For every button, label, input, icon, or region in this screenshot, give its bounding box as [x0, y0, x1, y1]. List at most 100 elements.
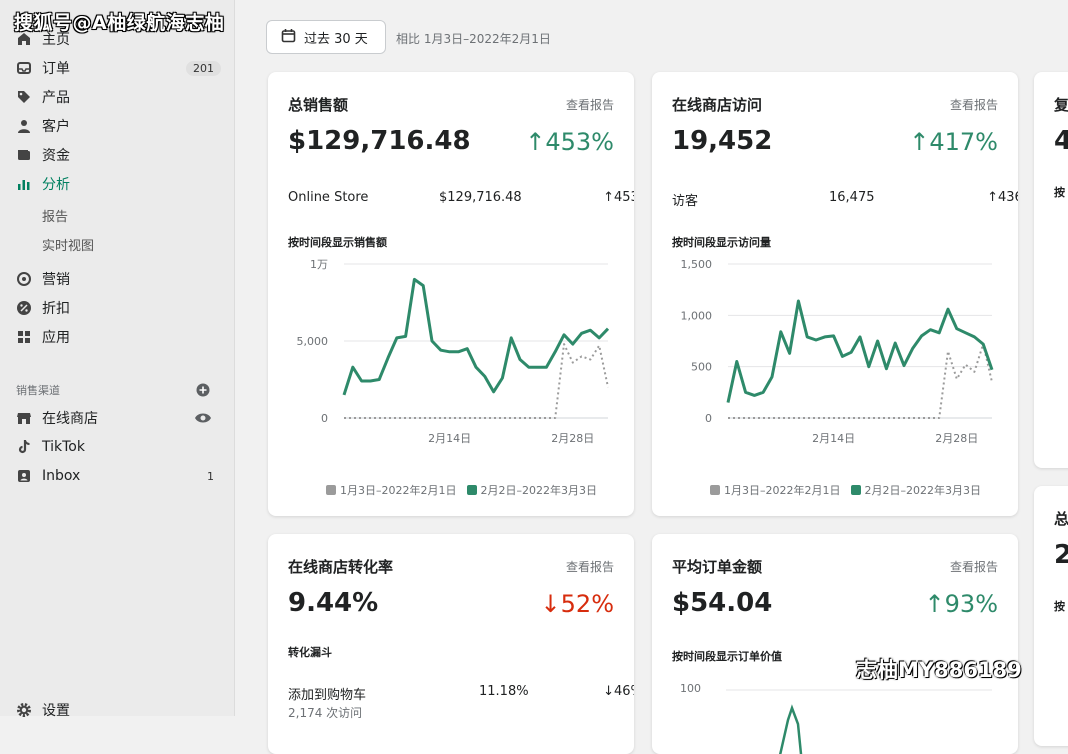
series-line-previous — [728, 343, 993, 419]
metric-change: ↑453% — [525, 128, 614, 156]
wechat-watermark-text: 志柚MY886189 — [856, 658, 1022, 682]
chart-legend: 1月3日–2022年2月1日 2月2日–2022年3月3日 — [326, 482, 597, 498]
watermark-text: 搜狐号@A柚绿航海志柚 — [14, 12, 225, 34]
discount-icon — [16, 300, 32, 316]
card-title: 在线商店访问 — [672, 96, 763, 114]
card-title: 复 — [1054, 96, 1068, 114]
nav-item-tiktok[interactable]: TikTok — [16, 434, 221, 460]
funnel-change-value: 46% — [614, 684, 634, 699]
add-channel-icon[interactable] — [196, 382, 210, 401]
nav-item-label: 设置 — [42, 703, 70, 719]
series-line-current — [726, 299, 994, 403]
apps-icon — [16, 329, 32, 345]
chart-title: 按 — [1054, 600, 1065, 613]
metric-value: 4 — [1054, 126, 1068, 156]
chart-title: 按时间段显示订单价值 — [672, 650, 782, 663]
nav-item-finances[interactable]: 资金 — [16, 142, 221, 168]
eye-icon[interactable] — [194, 410, 212, 429]
date-range-label: 过去 30 天 — [304, 31, 368, 47]
breakdown-change: ↑ 436% — [987, 190, 1018, 205]
x-tick-label: 2月28日 — [551, 432, 594, 445]
breakdown-row: Online Store $129,716.48 ↑ 453% — [288, 190, 634, 208]
nav-item-marketing[interactable]: 营销 — [16, 266, 221, 292]
chart-title: 按 — [1054, 186, 1065, 199]
nav-item-label: 分析 — [42, 177, 70, 193]
metric-change-value: 453% — [545, 128, 614, 156]
average-order-value-card: 平均订单金额 查看报告 $54.04 ↑93% 按时间段显示订单价值 100 — [652, 534, 1018, 754]
nav-item-online-store[interactable]: 在线商店 — [16, 405, 221, 431]
nav-item-label: 在线商店 — [42, 411, 98, 427]
visits-line-chart: 1,500 1,000 500 0 2月14日 2月28日 — [681, 258, 994, 445]
order-value-chart-partial — [726, 689, 992, 754]
legend-cur: 2月2日–2022年3月3日 — [864, 484, 982, 497]
orders-count-badge: 201 — [186, 60, 221, 76]
arrow-up-icon: ↑ — [924, 590, 945, 618]
legend-prev: 1月3日–2022年2月1日 — [340, 484, 457, 497]
funnel-label: 添加到购物车 — [288, 688, 367, 703]
card-title: 在线商店转化率 — [288, 558, 394, 576]
person-icon — [16, 118, 32, 134]
compare-period-text: 相比 1月3日–2022年2月1日 — [396, 32, 551, 46]
view-report-link[interactable]: 查看报告 — [566, 558, 614, 575]
funnel-sub-label: 2,174 次访问 — [288, 706, 363, 720]
calendar-icon — [281, 28, 296, 47]
nav-item-inbox[interactable]: Inbox 1 — [16, 463, 221, 489]
nav-item-label: 营销 — [42, 272, 70, 288]
nav-item-customers[interactable]: 客户 — [16, 113, 221, 139]
nav-item-settings[interactable]: 设置 — [16, 697, 221, 723]
x-tick-label: 2月28日 — [935, 432, 978, 445]
nav-item-products[interactable]: 产品 — [16, 84, 221, 110]
metric-change-value: 417% — [929, 128, 998, 156]
funnel-change: ↓ 46% — [603, 684, 634, 699]
metric-value: $129,716.48 — [288, 126, 471, 156]
legend-cur: 2月2日–2022年3月3日 — [480, 484, 598, 497]
nav-item-label: 订单 — [42, 61, 70, 77]
metric-change: ↓52% — [541, 590, 614, 618]
conversion-rate-card: 在线商店转化率 查看报告 9.44% ↓52% 转化漏斗 添加到购物车 11.1… — [268, 534, 634, 754]
y-tick-label: 500 — [691, 361, 712, 374]
y-tick-label: 5,000 — [297, 335, 329, 348]
breakdown-label: Online Store — [288, 190, 369, 205]
nav-item-discounts[interactable]: 折扣 — [16, 295, 221, 321]
arrow-down-icon: ↓ — [540, 590, 561, 618]
tiktok-icon — [16, 439, 32, 455]
view-report-link[interactable]: 查看报告 — [566, 96, 614, 113]
bar-chart-icon — [16, 176, 32, 192]
metric-change-value: 52% — [560, 590, 614, 618]
chart-title: 按时间段显示访问量 — [672, 236, 771, 249]
legend-swatch-prev — [710, 485, 720, 495]
series-line-current — [342, 277, 610, 396]
y-tick-label: 1,500 — [681, 258, 713, 271]
nav-item-label: 资金 — [42, 148, 70, 164]
chart-title: 按时间段显示销售额 — [288, 236, 387, 249]
funnel-value: 11.18% — [479, 684, 529, 699]
metric-change: ↑417% — [909, 128, 998, 156]
date-range-button[interactable]: 过去 30 天 — [266, 20, 386, 54]
legend-prev: 1月3日–2022年2月1日 — [724, 484, 841, 497]
card-title: 总销售额 — [288, 96, 349, 114]
arrow-up-icon: ↑ — [525, 128, 546, 156]
breakdown-change: ↑ 453% — [603, 190, 634, 205]
view-report-link[interactable]: 查看报告 — [950, 558, 998, 575]
breakdown-label: 访客 — [672, 194, 699, 209]
card-title: 平均订单金额 — [672, 558, 763, 576]
tag-icon — [16, 89, 32, 105]
inbox-count-badge: 1 — [207, 469, 214, 483]
y-tick-label: 0 — [321, 412, 328, 425]
breakdown-value: $129,716.48 — [439, 190, 522, 205]
nav-item-label: Inbox — [42, 468, 81, 484]
sales-line-chart: 1万 5,000 0 2月14日 2月28日 — [297, 258, 610, 445]
store-icon — [16, 410, 32, 426]
wallet-icon — [16, 147, 32, 163]
nav-item-orders[interactable]: 订单 201 — [16, 55, 221, 81]
metric-change: ↑93% — [925, 590, 998, 618]
card-title: 总 — [1054, 510, 1068, 528]
nav-subitem-live-view[interactable]: 实时视图 — [42, 235, 94, 254]
nav-item-analytics[interactable]: 分析 — [16, 171, 221, 197]
nav-item-apps[interactable]: 应用 — [16, 324, 221, 350]
nav-subitem-reports[interactable]: 报告 — [42, 206, 68, 225]
metric-value: 2 — [1054, 540, 1068, 570]
view-report-link[interactable]: 查看报告 — [950, 96, 998, 113]
funnel-row: 添加到购物车 11.18% ↓ 46% — [288, 684, 634, 703]
x-tick-label: 2月14日 — [428, 432, 471, 445]
